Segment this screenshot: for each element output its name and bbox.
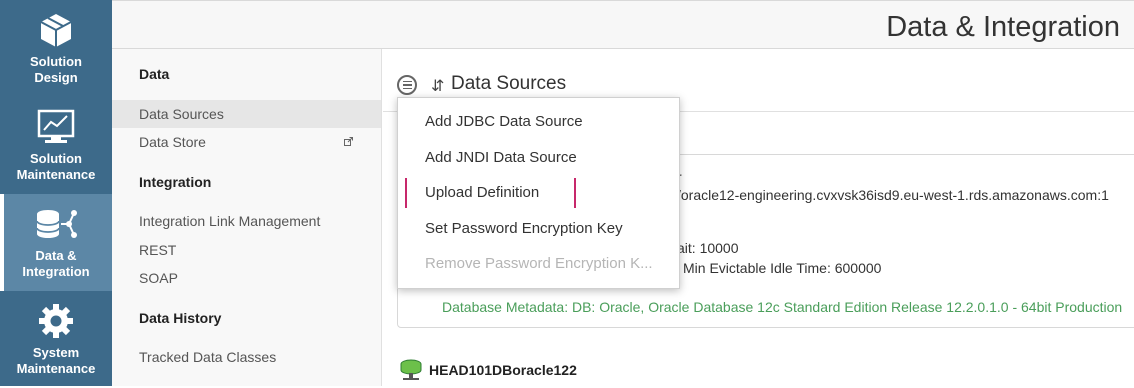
refresh-icon[interactable]: ⇵ bbox=[431, 76, 444, 96]
menu-item-upload-definition[interactable]: Upload Definition bbox=[398, 178, 679, 208]
menu-item-set-password-key[interactable]: Set Password Encryption Key bbox=[398, 214, 679, 244]
rail-label: System Maintenance bbox=[16, 345, 96, 376]
sidebar-item-data-store[interactable]: Data Store bbox=[112, 128, 381, 156]
sidebar-item-label: Data Store bbox=[139, 134, 206, 150]
sidebar-item-integration-link-management[interactable]: Integration Link Management bbox=[112, 207, 381, 235]
menu-item-add-jdbc[interactable]: Add JDBC Data Source bbox=[398, 107, 679, 137]
secondary-sidebar: Data Data Sources Data Store Integration… bbox=[112, 49, 382, 386]
external-link-icon bbox=[344, 137, 353, 146]
chart-monitor-icon bbox=[36, 107, 76, 147]
rail-item-system-maintenance[interactable]: System Maintenance bbox=[0, 291, 112, 388]
card-database-metadata: Database Metadata: DB: Oracle, Oracle Da… bbox=[442, 299, 1123, 315]
card-detail-line: ait: 10000 bbox=[677, 240, 739, 256]
database-network-icon bbox=[34, 204, 78, 244]
database-icon bbox=[400, 359, 422, 380]
section-heading-data: Data bbox=[139, 66, 170, 82]
card-connection-url: /oracle12-engineering.cvxvsk36isd9.eu-we… bbox=[677, 187, 1109, 203]
page-header: Data & Integration bbox=[112, 0, 1134, 49]
card-detail-line: Min Evictable Idle Time: 600000 bbox=[683, 260, 882, 276]
actions-dropdown-menu: Add JDBC Data Source Add JNDI Data Sourc… bbox=[397, 97, 680, 289]
rail-item-solution-maintenance[interactable]: Solution Maintenance bbox=[0, 97, 112, 194]
data-source-name: HEAD101DBoracle122 bbox=[429, 362, 577, 378]
sidebar-item-rest[interactable]: REST bbox=[112, 236, 381, 264]
cube-icon bbox=[37, 10, 75, 50]
rail-item-solution-design[interactable]: Solution Design bbox=[0, 0, 112, 97]
main-nav-rail: Solution Design Solution Maintenance Dat… bbox=[0, 0, 112, 386]
section-heading-data-history: Data History bbox=[139, 310, 222, 326]
rail-label: Solution Maintenance bbox=[16, 151, 96, 182]
rail-label: Data & Integration bbox=[22, 248, 90, 279]
menu-item-remove-password-key: Remove Password Encryption K... bbox=[425, 255, 653, 272]
menu-icon[interactable] bbox=[397, 75, 417, 95]
content-title: Data Sources bbox=[451, 73, 567, 94]
section-heading-integration: Integration bbox=[139, 174, 212, 190]
sidebar-item-data-sources[interactable]: Data Sources bbox=[112, 100, 381, 128]
rail-item-data-integration[interactable]: Data & Integration bbox=[0, 194, 112, 291]
sidebar-item-tracked-data-classes[interactable]: Tracked Data Classes bbox=[112, 343, 381, 371]
menu-item-add-jndi[interactable]: Add JNDI Data Source bbox=[398, 143, 679, 173]
data-source-item[interactable]: HEAD101DBoracle122 bbox=[399, 359, 577, 381]
gear-icon bbox=[37, 301, 75, 341]
page-title: Data & Integration bbox=[886, 11, 1120, 43]
sidebar-item-soap[interactable]: SOAP bbox=[112, 264, 381, 292]
rail-label: Solution Design bbox=[30, 54, 82, 85]
